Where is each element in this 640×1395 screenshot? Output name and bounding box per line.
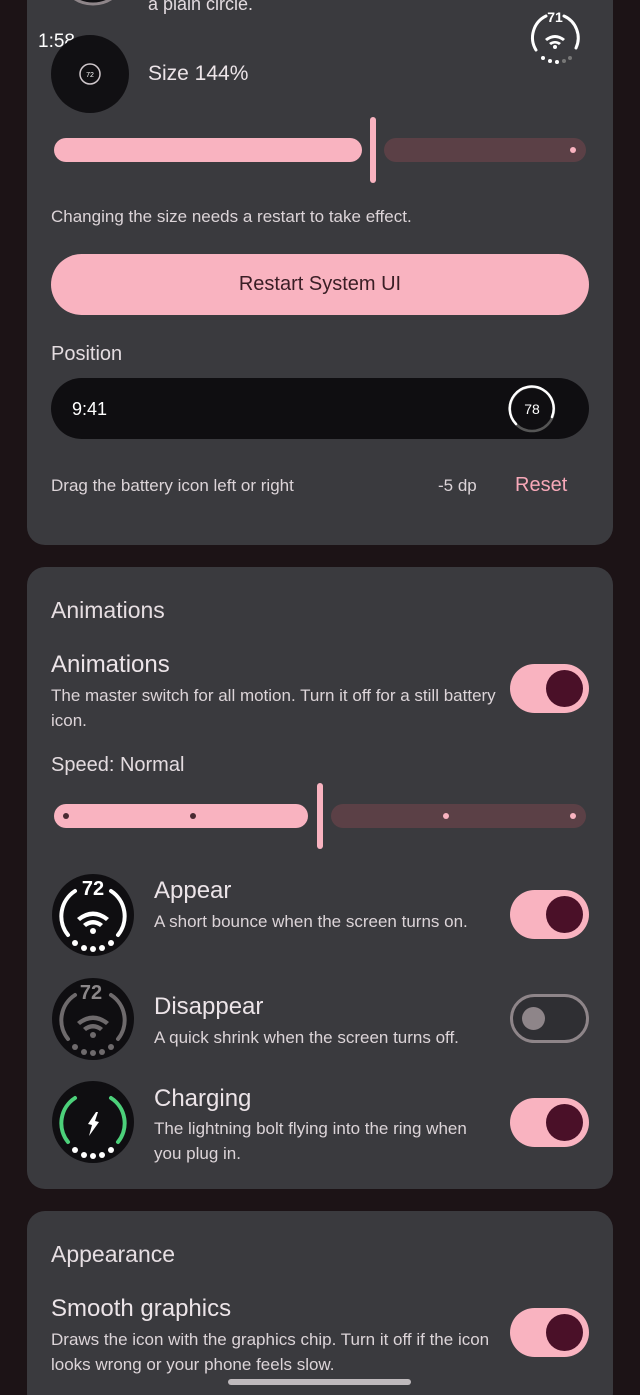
smooth-graphics-title: Smooth graphics xyxy=(51,1295,232,1322)
size-slider-inactive-track xyxy=(384,138,586,162)
animations-master-title: Animations xyxy=(51,651,170,678)
charging-description: The lightning bolt flying into the ring … xyxy=(154,1119,467,1163)
speed-slider-active-track xyxy=(54,804,308,828)
status-battery-level: 71 xyxy=(547,9,563,25)
toggle-knob xyxy=(546,896,583,933)
appear-toggle[interactable] xyxy=(510,890,589,939)
speed-slider-step-dot xyxy=(63,813,69,819)
battery-ring-preview-icon xyxy=(74,0,112,6)
position-preview-level: 78 xyxy=(524,401,540,417)
toggle-knob xyxy=(546,1104,583,1141)
home-indicator[interactable] xyxy=(228,1379,411,1385)
position-preview-time: 9:41 xyxy=(72,399,108,419)
smooth-graphics-description: Draws the icon with the graphics chip. T… xyxy=(51,1330,490,1374)
speed-slider-step-dot xyxy=(570,813,576,819)
reset-position-button[interactable]: Reset xyxy=(515,474,567,497)
appearance-section-header: Appearance xyxy=(51,1241,176,1267)
animations-master-description: The master switch for all motion. Turn i… xyxy=(51,686,496,730)
animations-master-toggle[interactable] xyxy=(510,664,589,713)
appear-description: A short bounce when the screen turns on. xyxy=(154,912,468,931)
wifi-icon xyxy=(545,35,565,49)
position-battery-handle-icon[interactable]: 78 xyxy=(506,383,558,435)
size-preview-icon: 72 xyxy=(51,35,129,113)
speed-slider-step-dot xyxy=(443,813,449,819)
size-slider-end-dot xyxy=(570,147,576,153)
disappear-icon-level: 72 xyxy=(80,982,102,1004)
position-title: Position xyxy=(51,343,123,365)
disappear-description: A quick shrink when the screen turns off… xyxy=(154,1028,459,1047)
size-slider-thumb[interactable] xyxy=(370,117,376,183)
speed-label: Speed: Normal xyxy=(51,754,185,776)
restart-system-ui-button[interactable]: Restart System UI xyxy=(51,254,589,315)
toggle-knob xyxy=(546,670,583,707)
battery-ring-icon: 71 xyxy=(531,9,580,64)
smooth-graphics-toggle[interactable] xyxy=(510,1308,589,1357)
size-slider-active-track xyxy=(54,138,362,162)
restart-note: Changing the size needs a restart to tak… xyxy=(51,207,412,226)
appear-animation-icon: 72 xyxy=(52,874,134,956)
animations-section-header: Animations xyxy=(51,597,165,623)
speed-slider-thumb[interactable] xyxy=(317,783,323,849)
disappear-toggle[interactable] xyxy=(510,994,589,1043)
previous-item-description: a plain circle. xyxy=(148,0,254,14)
appear-title: Appear xyxy=(154,877,232,904)
position-offset-value: -5 dp xyxy=(438,476,477,495)
speed-slider-inactive-track xyxy=(331,804,586,828)
appear-icon-level: 72 xyxy=(82,878,104,900)
toggle-knob xyxy=(522,1007,545,1030)
toggle-knob xyxy=(546,1314,583,1351)
charging-title: Charging xyxy=(154,1085,252,1112)
size-preview-level: 72 xyxy=(86,72,94,79)
charging-toggle[interactable] xyxy=(510,1098,589,1147)
disappear-animation-icon: 72 xyxy=(52,978,134,1060)
speed-slider-step-dot xyxy=(190,813,196,819)
position-hint: Drag the battery icon left or right xyxy=(51,476,294,495)
disappear-title: Disappear xyxy=(154,993,264,1020)
size-label: Size 144% xyxy=(148,62,249,85)
charging-animation-icon xyxy=(52,1081,134,1163)
